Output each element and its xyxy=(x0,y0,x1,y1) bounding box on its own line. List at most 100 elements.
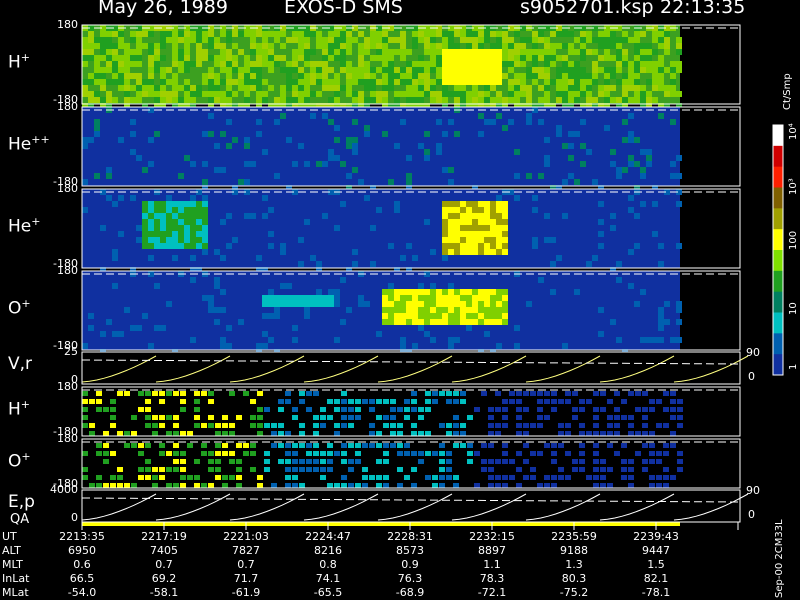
heatmap-cell xyxy=(94,73,100,79)
heatmap-cell xyxy=(400,79,406,85)
heatmap-cell xyxy=(136,31,142,37)
heatmap-cell xyxy=(460,231,466,237)
heatmap-cell xyxy=(370,37,376,43)
mode-cell xyxy=(635,407,641,412)
heatmap-cell xyxy=(544,85,550,91)
heatmap-cell xyxy=(328,119,334,125)
heatmap-cell xyxy=(244,85,250,91)
heatmap-cell xyxy=(460,67,466,73)
mode-cell xyxy=(544,483,550,488)
heatmap-cell xyxy=(316,295,322,301)
heatmap-cell xyxy=(142,213,148,219)
y-tick-top: 180 xyxy=(57,432,78,445)
heatmap-cell xyxy=(484,119,490,125)
heatmap-cell xyxy=(310,91,316,97)
heatmap-cell xyxy=(652,49,658,55)
mode-cell xyxy=(236,415,242,420)
mode-cell xyxy=(446,431,452,436)
heatmap-cell xyxy=(148,243,154,249)
heatmap-cell xyxy=(256,255,262,261)
mode-cell xyxy=(663,483,669,488)
heatmap-cell xyxy=(448,231,454,237)
heatmap-cell xyxy=(316,37,322,43)
heatmap-cell xyxy=(214,249,220,255)
heatmap-cell xyxy=(124,49,130,55)
heatmap-cell xyxy=(304,61,310,67)
heatmap-cell xyxy=(154,325,160,331)
mode-cell xyxy=(572,459,578,464)
heatmap-cell xyxy=(142,231,148,237)
heatmap-cell xyxy=(226,67,232,73)
heatmap-cell xyxy=(436,79,442,85)
heatmap-cell xyxy=(82,85,88,91)
mode-cell xyxy=(516,483,522,488)
heatmap-cell xyxy=(124,55,130,61)
mode-cell xyxy=(439,459,445,464)
heatmap-cell xyxy=(628,137,634,143)
mode-cell xyxy=(600,475,606,480)
heatmap-cell xyxy=(466,249,472,255)
heatmap-cell xyxy=(478,249,484,255)
heatmap-cell xyxy=(166,91,172,97)
heatmap-cell xyxy=(490,207,496,213)
heatmap-cell xyxy=(484,295,490,301)
heatmap-cell xyxy=(220,49,226,55)
heatmap-cell xyxy=(148,137,154,143)
heatmap-cell xyxy=(94,67,100,73)
heatmap-cell xyxy=(172,91,178,97)
heatmap-cell xyxy=(502,43,508,49)
heatmap-cell xyxy=(382,85,388,91)
heatmap-cell xyxy=(616,173,622,179)
heatmap-cell xyxy=(652,73,658,79)
mode-cell xyxy=(341,451,347,456)
mode-cell xyxy=(516,407,522,412)
heatmap-cell xyxy=(124,73,130,79)
heatmap-cell xyxy=(124,307,130,313)
heatmap-cell xyxy=(628,283,634,289)
heatmap-cell xyxy=(598,91,604,97)
heatmap-cell xyxy=(400,73,406,79)
heatmap-cell xyxy=(328,289,334,295)
mode-cell xyxy=(593,423,599,428)
heatmap-cell xyxy=(280,283,286,289)
heatmap-cell xyxy=(262,79,268,85)
heatmap-cell xyxy=(448,237,454,243)
heatmap-cell xyxy=(202,207,208,213)
heatmap-cell xyxy=(148,91,154,97)
heatmap-cell xyxy=(460,295,466,301)
mode-cell xyxy=(173,391,179,396)
heatmap-cell xyxy=(544,237,550,243)
heatmap-cell xyxy=(352,143,358,149)
mode-cell xyxy=(348,483,354,488)
mode-cell xyxy=(320,451,326,456)
heatmap-cell xyxy=(496,201,502,207)
heatmap-cell xyxy=(226,119,232,125)
ephemeris-cell: 80.3 xyxy=(561,572,587,585)
heatmap-cell xyxy=(472,289,478,295)
heatmap-cell xyxy=(652,231,658,237)
heatmap-cell xyxy=(478,113,484,119)
heatmap-cell xyxy=(448,167,454,173)
mode-cell xyxy=(544,391,550,396)
mode-cell xyxy=(201,423,207,428)
heatmap-cell xyxy=(202,243,208,249)
heatmap-cell xyxy=(484,219,490,225)
mode-cell xyxy=(257,475,263,480)
heatmap-cell xyxy=(574,131,580,137)
mode-cell xyxy=(159,475,165,480)
y-tick-top: 180 xyxy=(57,182,78,195)
mode-cell xyxy=(145,443,151,448)
mode-cell xyxy=(537,399,543,404)
mode-cell xyxy=(467,459,473,464)
mode-cell xyxy=(110,483,116,488)
heatmap-cell xyxy=(598,37,604,43)
mode-cell xyxy=(425,475,431,480)
heatmap-cell xyxy=(376,43,382,49)
mode-cell xyxy=(362,467,368,472)
heatmap-cell xyxy=(430,97,436,103)
heatmap-cell xyxy=(610,225,616,231)
mode-cell xyxy=(509,459,515,464)
mode-cell xyxy=(271,431,277,436)
mode-cell xyxy=(621,443,627,448)
heatmap-cell xyxy=(448,55,454,61)
